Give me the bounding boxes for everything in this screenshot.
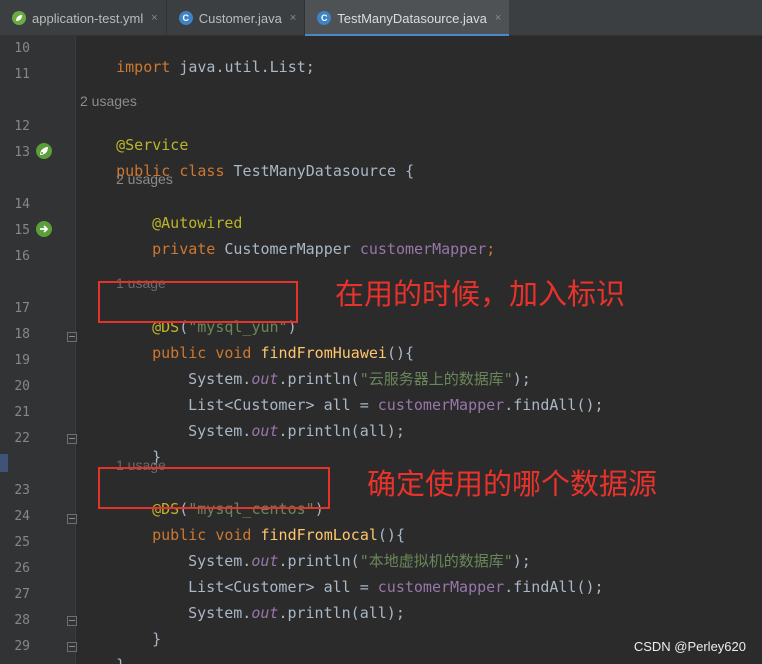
editor-tab-bar: application-test.yml × C Customer.java ×… <box>0 0 762 37</box>
watermark: CSDN @Perley620 <box>633 639 746 654</box>
code-text: .println(all); <box>278 422 405 440</box>
line-number: 15 <box>14 223 30 238</box>
line-number: 12 <box>14 119 30 134</box>
usages-hint[interactable]: 2 usages <box>80 92 137 110</box>
line-number: 23 <box>14 483 30 498</box>
code-line-27[interactable]: System.out.println(all); <box>152 586 405 640</box>
line-number: 29 <box>14 639 30 654</box>
code-text: ; <box>486 240 496 258</box>
current-line-marker <box>0 454 8 472</box>
class-icon: C <box>317 11 332 25</box>
tab-application-test-yml[interactable]: application-test.yml × <box>0 0 166 36</box>
tab-customer-java[interactable]: C Customer.java × <box>167 0 305 36</box>
tab-label: TestManyDatasource.java <box>337 10 487 26</box>
code-text: .println(all); <box>278 604 405 622</box>
code-text: java.util.List; <box>170 58 315 76</box>
code-text: } <box>116 656 125 664</box>
code-line-29[interactable]: } <box>80 638 125 664</box>
callout-which-datasource: 确定使用的哪个数据源 <box>367 467 658 501</box>
callout-add-identifier: 在用的时候，加入标识 <box>335 277 626 311</box>
field-ref: customerMapper <box>359 240 487 258</box>
keyword: private <box>152 240 216 258</box>
fold-toggle-icon[interactable] <box>67 332 77 342</box>
line-number: 13 <box>14 145 30 160</box>
highlight-box-ds-yun <box>98 281 298 323</box>
line-number: 16 <box>14 249 30 264</box>
line-number: 21 <box>14 405 30 420</box>
code-text: System. <box>188 422 252 440</box>
line-number: 27 <box>14 587 30 602</box>
line-number: 18 <box>14 327 30 342</box>
line-number: 10 <box>14 41 30 56</box>
line-number: 14 <box>14 197 30 212</box>
line-number: 24 <box>14 509 30 524</box>
code-line-10[interactable]: import java.util.List; <box>80 40 315 94</box>
code-text: TestManyDatasource { <box>224 162 415 180</box>
close-icon[interactable]: × <box>290 12 296 24</box>
fold-toggle-icon[interactable] <box>67 616 77 626</box>
static-field: out <box>251 604 279 622</box>
line-number: 11 <box>14 67 30 82</box>
line-number: 25 <box>14 535 30 550</box>
line-number: 19 <box>14 353 30 368</box>
code-text: .findAll(); <box>504 578 604 596</box>
usages-hint[interactable]: 2 usages <box>116 170 173 188</box>
tab-label: Customer.java <box>198 10 282 26</box>
fold-toggle-icon[interactable] <box>67 514 77 524</box>
tab-label: application-test.yml <box>32 10 144 26</box>
code-text: CustomerMapper <box>215 240 360 258</box>
spring-bean-icon[interactable] <box>36 143 52 159</box>
class-icon: C <box>178 11 193 25</box>
line-number: 22 <box>14 431 30 446</box>
highlight-box-ds-centos <box>98 467 330 509</box>
code-text: System. <box>188 604 252 622</box>
spring-yml-icon <box>12 11 26 25</box>
code-line-15[interactable]: private CustomerMapper customerMapper; <box>116 222 495 276</box>
close-icon[interactable]: × <box>151 12 157 24</box>
fold-toggle-icon[interactable] <box>67 434 77 444</box>
line-number: 26 <box>14 561 30 576</box>
tab-test-many-datasource-java[interactable]: C TestManyDatasource.java × <box>305 0 510 37</box>
keyword: import <box>116 58 171 76</box>
fold-toggle-icon[interactable] <box>67 642 77 652</box>
gutter-divider <box>75 36 76 664</box>
close-icon[interactable]: × <box>495 12 501 24</box>
code-text: } <box>152 630 162 648</box>
line-number: 17 <box>14 301 30 316</box>
static-field: out <box>251 422 279 440</box>
autowired-navigate-icon[interactable] <box>36 221 52 237</box>
line-number: 20 <box>14 379 30 394</box>
code-editor[interactable]: 10 11 12 13 14 15 16 17 18 19 20 21 22 2… <box>0 36 762 664</box>
line-number: 28 <box>14 613 30 628</box>
code-line-21[interactable]: System.out.println(all); <box>152 404 405 458</box>
code-text: .findAll(); <box>504 396 604 414</box>
